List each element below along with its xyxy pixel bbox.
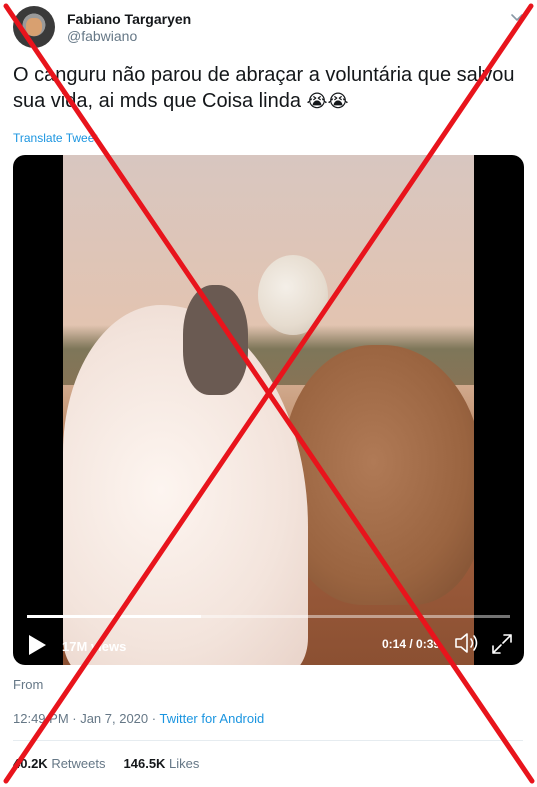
volume-icon[interactable]: [454, 631, 480, 655]
video-kangaroo-head: [183, 285, 248, 395]
from-label: From: [13, 677, 44, 692]
author-handle[interactable]: @fabwiano: [67, 28, 137, 44]
video-view-count: 17M views: [62, 639, 127, 654]
likes-label: Likes: [165, 756, 200, 771]
translate-tweet-link[interactable]: Translate Tweet: [13, 131, 98, 145]
retweets-stat[interactable]: 40.2K Retweets: [13, 756, 106, 771]
tweet-meta: 12:49 PM · Jan 7, 2020 · Twitter for And…: [13, 711, 264, 726]
divider: [13, 740, 523, 741]
avatar-face: [26, 18, 42, 36]
video-woman-hair: [258, 255, 328, 335]
chevron-down-icon[interactable]: [509, 10, 525, 26]
video-player[interactable]: 17M views 0:14 / 0:39: [13, 155, 524, 665]
fullscreen-icon[interactable]: [491, 633, 513, 655]
tweet-timestamp[interactable]: 12:49 PM · Jan 7, 2020 ·: [13, 711, 159, 726]
video-progress-fill: [27, 615, 201, 618]
tweet-text: O canguru não parou de abraçar a voluntá…: [13, 62, 523, 115]
play-icon[interactable]: [27, 634, 47, 656]
tweet-client-link[interactable]: Twitter for Android: [159, 711, 264, 726]
retweets-count: 40.2K: [13, 756, 48, 771]
video-kangaroo-body: [283, 345, 474, 605]
likes-count: 146.5K: [123, 756, 166, 771]
video-progress-bar[interactable]: [27, 615, 510, 618]
author-name[interactable]: Fabiano Targaryen: [67, 11, 191, 27]
retweets-label: Retweets: [47, 756, 106, 771]
likes-stat[interactable]: 146.5K Likes: [124, 756, 200, 771]
tweet-body: O canguru não parou de abraçar a voluntá…: [13, 64, 515, 112]
avatar[interactable]: [13, 6, 55, 48]
tweet-stats: 40.2K Retweets 146.5K Likes: [13, 756, 199, 771]
video-frame[interactable]: [63, 155, 474, 665]
crying-face-emoji: 😭😭: [306, 91, 349, 112]
video-time: 0:14 / 0:39: [382, 637, 441, 651]
